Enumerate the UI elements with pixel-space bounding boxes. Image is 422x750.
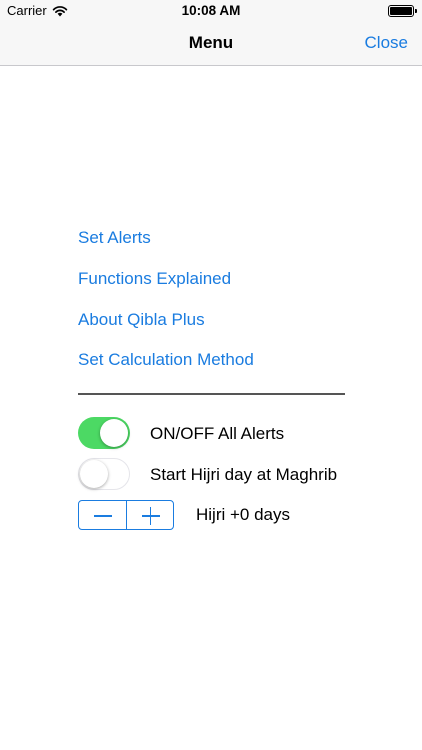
decrement-button[interactable] — [79, 501, 126, 529]
set-calculation-method-link[interactable]: Set Calculation Method — [78, 350, 254, 370]
set-alerts-link[interactable]: Set Alerts — [78, 228, 151, 248]
close-button[interactable]: Close — [365, 33, 408, 53]
hijri-maghrib-toggle[interactable] — [78, 458, 130, 490]
navigation-bar: Menu Close — [0, 22, 422, 66]
toggle-knob — [80, 459, 108, 488]
page-title: Menu — [188, 33, 234, 52]
about-qibla-plus-link[interactable]: About Qibla Plus — [78, 310, 205, 330]
hijri-offset-label: Hijri +0 days — [196, 505, 291, 524]
divider — [78, 393, 345, 395]
all-alerts-label: ON/OFF All Alerts — [150, 424, 285, 443]
status-bar: Carrier 10:08 AM — [0, 0, 422, 22]
increment-button[interactable] — [125, 501, 174, 529]
battery-icon — [388, 5, 417, 17]
toggle-knob — [100, 419, 128, 447]
hijri-maghrib-label: Start Hijri day at Maghrib — [150, 465, 338, 484]
all-alerts-toggle[interactable] — [78, 417, 130, 449]
minus-icon — [94, 515, 112, 517]
hijri-stepper — [78, 500, 174, 530]
status-time: 10:08 AM — [181, 3, 241, 18]
functions-explained-link[interactable]: Functions Explained — [78, 269, 231, 289]
